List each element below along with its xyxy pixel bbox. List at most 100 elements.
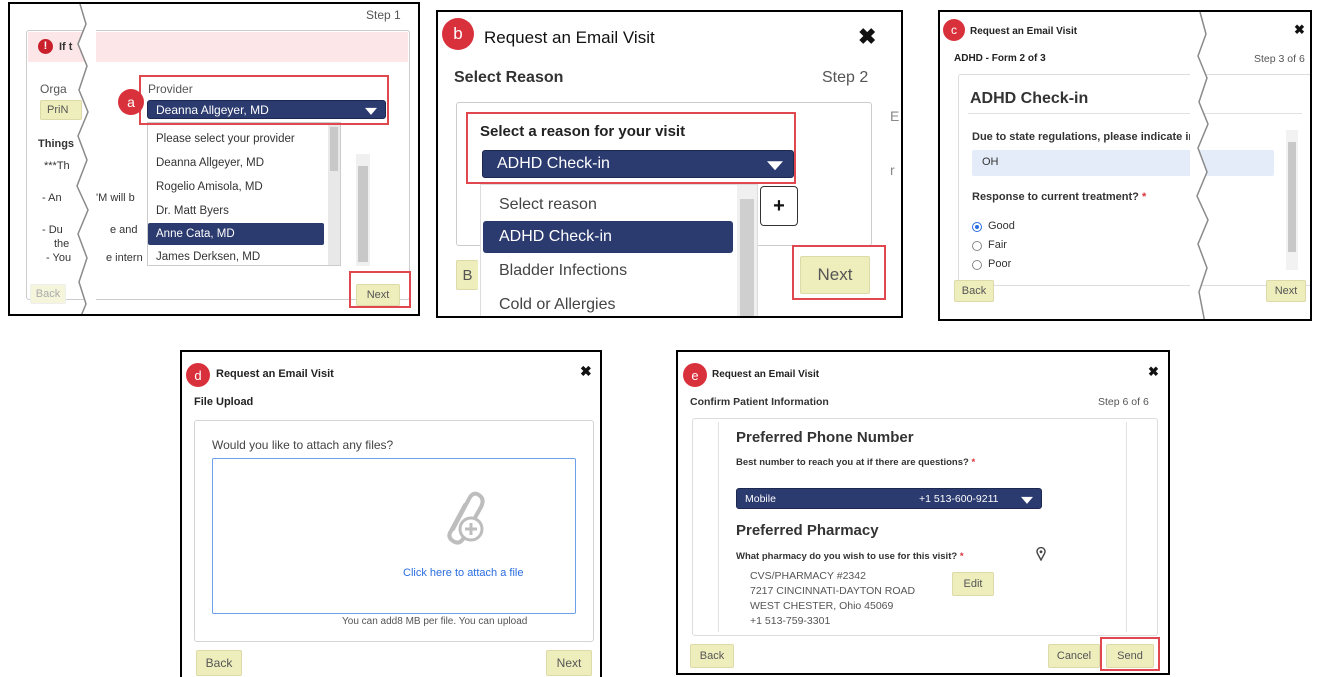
close-icon[interactable]: ✖ [1148, 364, 1159, 380]
radio-poor[interactable] [972, 260, 982, 270]
provider-option[interactable]: Deanna Allgeyer, MD [148, 151, 326, 175]
form-heading: ADHD Check-in [970, 90, 1089, 107]
required-mark: * [971, 457, 976, 468]
pharmacy-line: CVS/PHARMACY #2342 [750, 570, 866, 582]
panel-b: Request an Email Visit ✖ Select Reason S… [436, 10, 903, 318]
add-symbol: + [773, 194, 785, 217]
things-label: Things [38, 138, 75, 150]
provider-label: Provider [148, 82, 193, 96]
provider-option-selected[interactable]: Anne Cata, MD [148, 223, 324, 245]
heading-divider [968, 113, 1302, 114]
reason-option-selected[interactable]: ADHD Check-in [483, 221, 733, 253]
send-label: Send [1117, 650, 1143, 662]
reason-dropdown-list: Select reason ADHD Check-in Bladder Infe… [480, 184, 758, 316]
scrollbar-thumb[interactable] [358, 166, 368, 262]
step-indicator: Step 6 of 6 [1098, 396, 1149, 408]
back-label: Back [205, 656, 233, 670]
next-label: Next [366, 289, 390, 301]
radio-good[interactable] [972, 222, 982, 232]
close-icon[interactable]: ✖ [858, 24, 876, 50]
body-text: - An [42, 192, 62, 204]
panel-e: Request an Email Visit ✖ Confirm Patient… [676, 350, 1170, 675]
drop-zone[interactable]: Click here to attach a file [212, 458, 576, 614]
back-button[interactable]: B [456, 260, 478, 290]
map-pin-icon[interactable] [1036, 547, 1046, 561]
radio-label: Poor [988, 258, 1012, 270]
form-scrollbar[interactable] [1286, 130, 1298, 270]
send-button[interactable]: Send [1106, 644, 1154, 668]
back-button[interactable]: Back [196, 650, 242, 676]
panel-c: Request an Email Visit ✖ ADHD - Form 2 o… [938, 10, 1312, 321]
back-button[interactable]: Back [30, 284, 66, 304]
provider-option[interactable]: Dr. Matt Byers [148, 199, 326, 223]
provider-option[interactable]: James Derksen, MD [148, 247, 326, 267]
provider-option[interactable]: Please select your provider [148, 127, 326, 151]
torn-edge [76, 4, 96, 314]
form-indicator: ADHD - Form 2 of 3 [954, 53, 1046, 64]
body-text: e and [110, 224, 138, 236]
phone-heading: Preferred Phone Number [736, 429, 914, 446]
pharmacy-line: 7217 CINCINNATI-DAYTON ROAD [750, 585, 916, 597]
torn-edge [1190, 12, 1209, 319]
dropdown-scrollbar[interactable] [737, 185, 757, 316]
back-label: Back [699, 650, 725, 662]
reason-option[interactable]: Select reason [481, 189, 733, 221]
section-title: Select Reason [454, 69, 564, 86]
next-button[interactable]: Next [356, 284, 400, 306]
modal-title: Request an Email Visit [970, 26, 1078, 37]
dropdown-scrollbar[interactable] [328, 123, 340, 265]
section-title: File Upload [194, 396, 254, 408]
phone-question: Best number to reach you at if there are… [736, 457, 975, 468]
organization-label: Orga [40, 82, 67, 96]
add-button[interactable]: + [760, 186, 798, 226]
phone-type: Mobile [745, 492, 776, 505]
question-text: Response to current treatment? * [972, 191, 1146, 203]
cancel-button[interactable]: Cancel [1048, 644, 1100, 668]
state-value: OH [982, 156, 999, 168]
pharmacy-line: +1 513-759-3301 [750, 615, 831, 627]
state-field[interactable]: OH [972, 150, 1274, 176]
attach-question: Would you like to attach any files? [212, 438, 394, 452]
provider-select[interactable]: Deanna Allgeyer, MD [147, 100, 386, 119]
body-text: e intern [106, 252, 143, 264]
back-button[interactable]: Back [690, 644, 734, 668]
pharmacy-line: WEST CHESTER, Ohio 45069 [750, 600, 894, 612]
edit-button[interactable]: Edit [952, 572, 994, 596]
step-indicator: Step 2 [822, 69, 869, 86]
next-button[interactable]: Next [1266, 280, 1306, 302]
radio-label: Fair [988, 239, 1007, 251]
reason-option[interactable]: Bladder Infections [481, 255, 733, 287]
content-scrollbar[interactable] [356, 154, 370, 266]
body-text: - You [46, 252, 72, 264]
dropdown-scrollbar-thumb[interactable] [330, 127, 338, 171]
attach-link[interactable]: Click here to attach a file [403, 567, 523, 579]
callout-e: e [683, 363, 707, 387]
dropdown-scrollbar-thumb[interactable] [740, 199, 754, 316]
back-label: B [462, 266, 473, 284]
scrollbar-thumb[interactable] [1288, 142, 1296, 252]
chevron-down-icon [767, 161, 783, 171]
callout-d: d [186, 363, 210, 387]
reason-option[interactable]: Cold or Allergies [481, 289, 733, 316]
phone-select[interactable]: Mobile +1 513-600-9211 [736, 488, 1042, 509]
next-label: Next [817, 265, 853, 284]
radio-fair[interactable] [972, 241, 982, 251]
modal-title: Request an Email Visit [484, 28, 655, 47]
provider-option[interactable]: Rogelio Amisola, MD [148, 175, 326, 199]
reason-select[interactable]: ADHD Check-in [482, 150, 794, 178]
provider-dropdown-list: Please select your provider Deanna Allge… [147, 122, 341, 266]
next-button[interactable]: Next [546, 650, 592, 676]
back-button[interactable]: Back [954, 280, 994, 302]
chevron-down-icon [1021, 496, 1033, 504]
reason-prompt: Select a reason for your visit [480, 123, 686, 140]
panel-d: Request an Email Visit ✖ File Upload Wou… [180, 350, 602, 677]
next-button[interactable]: Next [800, 256, 870, 294]
body-text: the [54, 238, 70, 250]
next-label: Next [556, 656, 582, 670]
close-icon[interactable]: ✖ [1294, 22, 1305, 38]
body-text: 'M will b [96, 192, 135, 204]
scroll-track[interactable] [1126, 422, 1127, 632]
close-icon[interactable]: ✖ [580, 363, 592, 380]
radio-label: Good [988, 220, 1015, 232]
back-label: Back [961, 285, 987, 297]
